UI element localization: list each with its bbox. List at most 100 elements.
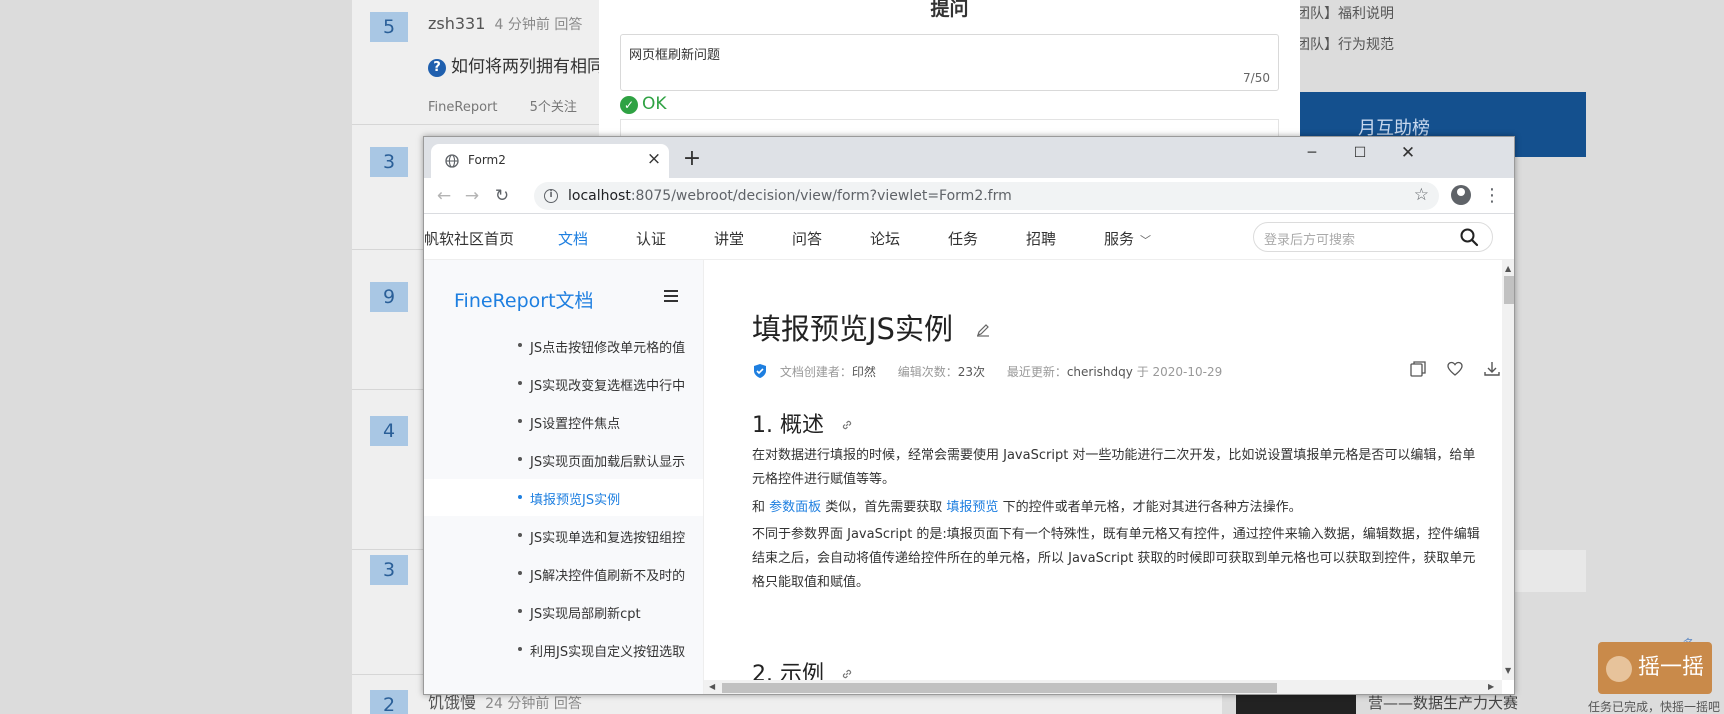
nav-jobs[interactable]: 招聘 (1026, 228, 1056, 249)
dialog-title: 提问 (930, 0, 969, 20)
bookmark-star-icon[interactable]: ☆ (1414, 185, 1429, 205)
answer-time: 4 分钟前 回答 (494, 17, 583, 33)
scroll-thumb[interactable] (722, 683, 1277, 693)
url-text: localhost:8075/webroot/decision/view/for… (568, 188, 1012, 204)
char-counter: 7/50 (1243, 71, 1270, 85)
tab-form2[interactable]: Form2 × (431, 144, 669, 178)
doc-sidebar: FineReport文档 JS点击按钮修改单元格的值 JS实现改变复选框选中行中 J… (424, 260, 704, 694)
bullet-dot (518, 457, 522, 461)
bullet-dot (518, 571, 522, 575)
horizontal-scrollbar[interactable]: ◀ ▶ (704, 680, 1502, 694)
sidebar-item[interactable]: JS点击按钮修改单元格的值 (424, 327, 703, 364)
shake-button[interactable]: 摇一摇 (1598, 642, 1712, 694)
site-header: 帆软社区首页 文档 认证 讲堂 问答 论坛 任务 招聘 服务 ﹀ 登录后方可搜索 (424, 214, 1514, 260)
check-circle-icon: ✓ (620, 96, 638, 114)
search-placeholder: 登录后方可搜索 (1264, 233, 1356, 248)
form-preview-link[interactable]: 填报预览 (946, 500, 998, 515)
sidebar-item[interactable]: JS实现改变复选框选中行中 (424, 365, 703, 402)
sidebar-item-label: JS实现单选和复选按钮组控 (530, 531, 686, 546)
forward-arrow-icon[interactable]: → (460, 184, 484, 208)
scroll-right-arrow-icon[interactable]: ▶ (1488, 682, 1494, 691)
sidebar-item[interactable]: JS解决控件值刷新不及时的 (424, 555, 703, 592)
scroll-thumb[interactable] (1504, 276, 1514, 304)
question-title[interactable]: ? 如何将两列拥有相同 (428, 52, 604, 77)
sidebar-item[interactable]: 填报预览JS实例 (424, 479, 703, 516)
minimize-button[interactable]: ─ (1292, 141, 1332, 165)
new-tab-button[interactable]: + (680, 148, 704, 172)
article-content: 填报预览JS实例 文档创建者：印然 编辑次数：23次 最近更新：cherishd… (704, 260, 1502, 680)
tab-strip: Form2 × + ─ ☐ ✕ (424, 137, 1514, 178)
param-panel-link[interactable]: 参数面板 (769, 500, 821, 515)
answer-count: 5 (370, 12, 408, 42)
sidebar-item[interactable]: 利用JS实现自定义按钮选取 (424, 631, 703, 668)
nav-docs[interactable]: 文档 (558, 228, 588, 249)
question-title-input[interactable]: 网页框刷新问题 7/50 (620, 34, 1279, 91)
tab-title: Form2 (468, 153, 506, 167)
globe-icon (445, 154, 459, 168)
bullet-dot (518, 495, 522, 499)
sidebar-item[interactable]: JS设置控件焦点 (424, 403, 703, 440)
nav-lectures[interactable]: 讲堂 (714, 228, 744, 249)
creator-name[interactable]: 印然 (852, 365, 876, 379)
answer-count: 4 (370, 416, 408, 446)
more-options-icon[interactable]: ⋮ (1482, 184, 1502, 208)
profile-avatar-icon[interactable] (1451, 185, 1471, 205)
question-tags: FineReport 5个关注 (428, 96, 605, 115)
search-icon[interactable] (1459, 227, 1479, 247)
paragraph: 不同于参数界面 JavaScript 的是:填报页面下有一个特殊性，既有单元格又… (752, 527, 1480, 590)
answer-count: 2 (370, 690, 408, 714)
copy-link-icon[interactable] (1409, 360, 1427, 378)
nav-forum[interactable]: 论坛 (870, 228, 900, 249)
sidebar-item[interactable]: JS实现局部刷新cpt (424, 593, 703, 630)
scroll-down-arrow-icon[interactable]: ▼ (1505, 666, 1511, 675)
shake-hint: 任务已完成，快摇一摇吧 (1588, 700, 1721, 714)
sidebar-item[interactable]: JS实现页面加载后默认显示 (424, 441, 703, 478)
close-window-button[interactable]: ✕ (1388, 141, 1428, 165)
answer-count: 3 (370, 555, 408, 585)
rule-link[interactable]: 团队】行为规范 (1296, 34, 1394, 54)
validation-ok: ✓ OK (620, 94, 667, 114)
question-title-value: 网页框刷新问题 (629, 48, 721, 63)
user-name[interactable]: 饥饿慢 (428, 693, 476, 712)
scroll-left-arrow-icon[interactable]: ◀ (709, 682, 715, 691)
updated-by[interactable]: cherishdqy (1067, 365, 1133, 379)
sidebar-title[interactable]: FineReport文档 (454, 286, 594, 313)
tag-product[interactable]: FineReport (428, 100, 497, 115)
nav-tasks[interactable]: 任务 (948, 228, 978, 249)
bullet-dot (518, 419, 522, 423)
sidebar-item-label: JS实现局部刷新cpt (530, 607, 641, 622)
answer-count: 9 (370, 282, 408, 312)
contest-title[interactable]: 营——数据生产力大赛 (1368, 692, 1518, 713)
sidebar-item-label: JS解决控件值刷新不及时的 (530, 569, 686, 584)
edit-pencil-icon[interactable] (976, 323, 990, 337)
heart-icon[interactable] (1446, 360, 1464, 378)
article-meta: 文档创建者：印然 编辑次数：23次 最近更新：cherishdqy 于 2020… (752, 363, 1222, 380)
bullet-dot (518, 609, 522, 613)
address-bar[interactable]: i localhost:8075/webroot/decision/view/f… (534, 182, 1439, 210)
sidebar-item-label: 填报预览JS实例 (530, 493, 621, 508)
rule-link[interactable]: 团队】福利说明 (1296, 3, 1394, 23)
anchor-link-icon[interactable] (841, 419, 853, 431)
sidebar-item-label: JS实现页面加载后默认显示 (530, 455, 686, 470)
vertical-scrollbar[interactable]: ▲ ▼ (1502, 260, 1514, 680)
hamburger-menu-icon[interactable] (664, 290, 678, 302)
paragraph: 和 参数面板 类似，首先需要获取 填报预览 下的控件或者单元格，才能对其进行各种… (752, 500, 1302, 515)
nav-services[interactable]: 服务 ﹀ (1104, 228, 1151, 249)
close-icon[interactable]: × (645, 150, 663, 168)
scroll-up-arrow-icon[interactable]: ▲ (1505, 264, 1511, 273)
sidebar-item[interactable]: JS实现单选和复选按钮组控 (424, 517, 703, 554)
info-icon[interactable]: i (544, 189, 558, 203)
nav-certification[interactable]: 认证 (636, 228, 666, 249)
answer-time: 24 分钟前 回答 (485, 696, 582, 712)
reload-icon[interactable]: ↻ (490, 184, 514, 208)
back-arrow-icon[interactable]: ← (432, 184, 456, 208)
user-name[interactable]: zsh331 (428, 14, 485, 33)
download-icon[interactable] (1483, 360, 1501, 378)
anchor-link-icon[interactable] (841, 668, 853, 680)
nav-community-home[interactable]: 帆软社区首页 (424, 228, 514, 249)
follow-count: 5个关注 (529, 100, 577, 115)
nav-qa[interactable]: 问答 (792, 228, 822, 249)
browser-window: Form2 × + ─ ☐ ✕ ← → ↻ i localhost:8075/w… (423, 136, 1515, 695)
maximize-button[interactable]: ☐ (1340, 141, 1380, 165)
site-search-input[interactable]: 登录后方可搜索 (1253, 222, 1493, 252)
